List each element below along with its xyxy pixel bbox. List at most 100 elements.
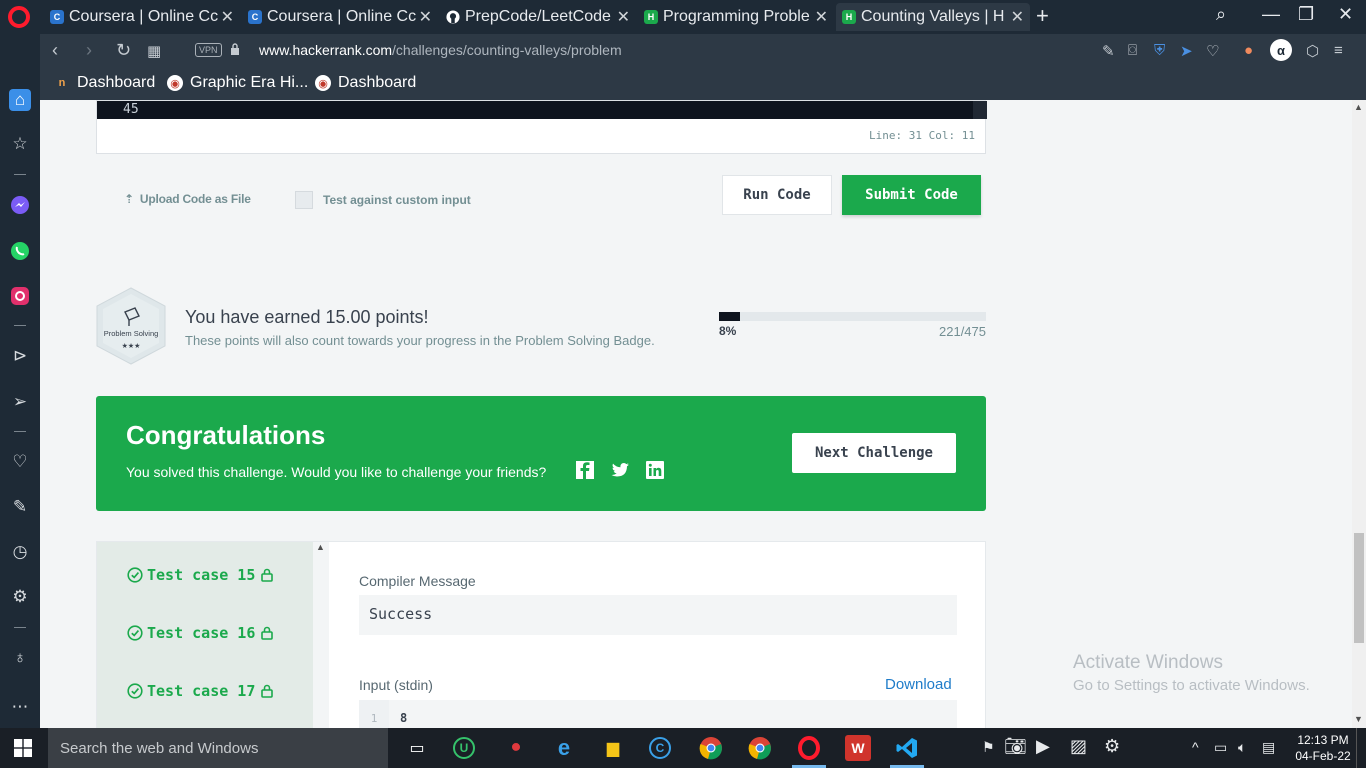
test-case-16[interactable]: Test case 16	[127, 624, 277, 642]
cube-icon[interactable]: ⬡	[1306, 42, 1319, 60]
tab-counting-valleys[interactable]: H Counting Valleys | H ✕	[836, 3, 1030, 31]
tray-flag-icon[interactable]: ⚑	[982, 739, 995, 756]
bookmark-label: Dashboard	[77, 74, 156, 91]
close-tab-icon[interactable]: ✕	[1011, 7, 1024, 27]
upload-code-button[interactable]: ⇡ Upload Code as File	[124, 192, 251, 206]
url-field[interactable]: www.hackerrank.com/challenges/counting-v…	[259, 42, 622, 58]
volume-icon[interactable]: 🔈︎	[1238, 739, 1246, 756]
vscode-icon[interactable]	[894, 735, 920, 761]
pinboard-icon[interactable]: ✎	[9, 496, 31, 518]
home-icon[interactable]: ⌂	[9, 89, 31, 111]
video-camera-icon[interactable]: ▶	[1036, 736, 1050, 757]
history-icon[interactable]: ◷	[9, 541, 31, 563]
clock-time: 12:13 PM	[1297, 733, 1349, 747]
compiler-message-label: Compiler Message	[359, 573, 476, 589]
ubuntu-app-icon[interactable]: U	[453, 737, 475, 759]
menu-icon[interactable]: ≡	[1334, 42, 1343, 59]
send-icon[interactable]: ➤	[1180, 42, 1193, 60]
close-tab-icon[interactable]: ✕	[617, 7, 630, 27]
lightbulb-icon[interactable]: ♁	[9, 647, 31, 669]
next-challenge-button[interactable]: Next Challenge	[792, 433, 956, 473]
profile-icon[interactable]: α	[1270, 39, 1292, 61]
gear-icon[interactable]: ⚙	[1104, 736, 1120, 757]
show-desktop-button[interactable]	[1356, 728, 1366, 768]
tab-programming-problems[interactable]: H Programming Proble ✕	[638, 3, 834, 31]
settings-icon[interactable]: ⚙	[9, 586, 31, 608]
test-case-15[interactable]: Test case 15	[127, 566, 277, 584]
restore-button[interactable]: ❐	[1298, 4, 1314, 25]
favorites-icon[interactable]: ♡	[9, 451, 31, 473]
flow-icon[interactable]: ➢	[9, 391, 31, 413]
opera-taskbar-icon[interactable]	[796, 735, 822, 761]
new-tab-button[interactable]: +	[1036, 3, 1049, 29]
chrome-profile-icon[interactable]	[698, 735, 724, 761]
badge-progress-fill	[719, 312, 741, 321]
congrats-title: Congratulations	[126, 420, 326, 450]
facebook-icon[interactable]	[575, 460, 595, 480]
close-tab-icon[interactable]: ✕	[221, 7, 234, 27]
close-window-button[interactable]: ✕	[1338, 4, 1353, 25]
run-code-button[interactable]: Run Code	[722, 175, 832, 215]
heart-icon[interactable]: ♡	[1206, 42, 1219, 60]
test-case-17[interactable]: Test case 17	[127, 682, 277, 700]
network-icon[interactable]: ▭	[1214, 739, 1227, 756]
tab-search-icon[interactable]: ⌕	[1216, 4, 1226, 25]
close-tab-icon[interactable]: ✕	[815, 7, 828, 27]
speed-dial-icon[interactable]: ☆	[9, 133, 31, 155]
snapshot-icon[interactable]: ⌼	[1128, 42, 1137, 59]
extension-icon[interactable]: ●	[1244, 42, 1253, 59]
edit-icon[interactable]: ✎	[1102, 42, 1115, 60]
more-icon[interactable]: ⋯	[9, 696, 31, 718]
tab-coursera-1[interactable]: C Coursera | Online Cc ✕	[44, 3, 240, 31]
forward-icon[interactable]: ›	[86, 40, 92, 61]
opera-menu-icon[interactable]	[8, 6, 30, 28]
vpn-badge[interactable]: VPN	[195, 43, 222, 57]
edge-icon[interactable]: e	[551, 735, 577, 761]
reload-icon[interactable]: ↻	[116, 40, 131, 61]
whatsapp-icon[interactable]	[9, 240, 31, 262]
scroll-thumb[interactable]	[1354, 533, 1364, 643]
task-view-icon[interactable]: ▭	[404, 735, 430, 761]
tab-prepcode[interactable]: PrepCode/LeetCode ✕	[440, 3, 636, 31]
camera-icon[interactable]: 📷︎	[1004, 736, 1027, 757]
coursera-app-icon[interactable]: C	[649, 737, 671, 759]
code-editor[interactable]: 45 Line: 31 Col: 11	[96, 100, 987, 154]
bookmark-dashboard-1[interactable]: n Dashboard	[54, 74, 156, 92]
back-icon[interactable]: ‹	[52, 40, 58, 61]
gallery-icon[interactable]: ▨	[1070, 736, 1087, 757]
taskbar-search-input[interactable]: Search the web and Windows	[48, 728, 388, 768]
tab-title: PrepCode/LeetCode	[465, 8, 611, 25]
scroll-up-icon[interactable]: ▲	[316, 542, 325, 552]
messenger-icon[interactable]	[9, 194, 31, 216]
chrome-icon[interactable]	[747, 735, 773, 761]
recorder-app-icon[interactable]: ⏺	[503, 735, 529, 761]
tabs-grid-icon[interactable]: ▦	[147, 42, 161, 60]
bookmark-dashboard-2[interactable]: ◉ Dashboard	[315, 74, 416, 92]
minimize-button[interactable]: —	[1262, 4, 1280, 25]
windows-start-icon[interactable]	[14, 739, 32, 757]
file-explorer-icon[interactable]: ▆	[600, 735, 626, 761]
wps-office-icon[interactable]: W	[845, 735, 871, 761]
system-clock[interactable]: 12:13 PM 04-Feb-22	[1294, 732, 1352, 764]
download-link[interactable]: Download	[885, 676, 952, 693]
player-icon[interactable]: ⊳	[9, 345, 31, 367]
custom-input-checkbox[interactable]	[295, 191, 313, 209]
close-tab-icon[interactable]: ✕	[419, 7, 432, 27]
shield-icon[interactable]: ⛨	[1154, 42, 1165, 59]
twitter-icon[interactable]	[610, 460, 630, 480]
instagram-icon[interactable]	[9, 285, 31, 307]
linkedin-icon[interactable]	[645, 460, 665, 480]
scroll-up-icon[interactable]: ▲	[1354, 102, 1363, 112]
test-case-label: Test case 17	[147, 682, 256, 700]
scroll-down-icon[interactable]: ▼	[1354, 714, 1363, 724]
tab-title: Programming Proble	[663, 8, 810, 25]
bookmark-graphic-era[interactable]: ◉ Graphic Era Hi...	[167, 74, 308, 92]
submit-code-button[interactable]: Submit Code	[842, 175, 981, 215]
show-hidden-icons[interactable]: ^	[1192, 739, 1199, 755]
page-scrollbar[interactable]: ▲ ▼	[1352, 100, 1366, 728]
keyboard-icon[interactable]: ▤	[1262, 739, 1275, 756]
stdin-label: Input (stdin)	[359, 677, 433, 693]
test-case-scrollbar[interactable]: ▲	[313, 542, 329, 728]
custom-input-label: Test against custom input	[323, 193, 471, 207]
tab-coursera-2[interactable]: C Coursera | Online Cc ✕	[242, 3, 438, 31]
